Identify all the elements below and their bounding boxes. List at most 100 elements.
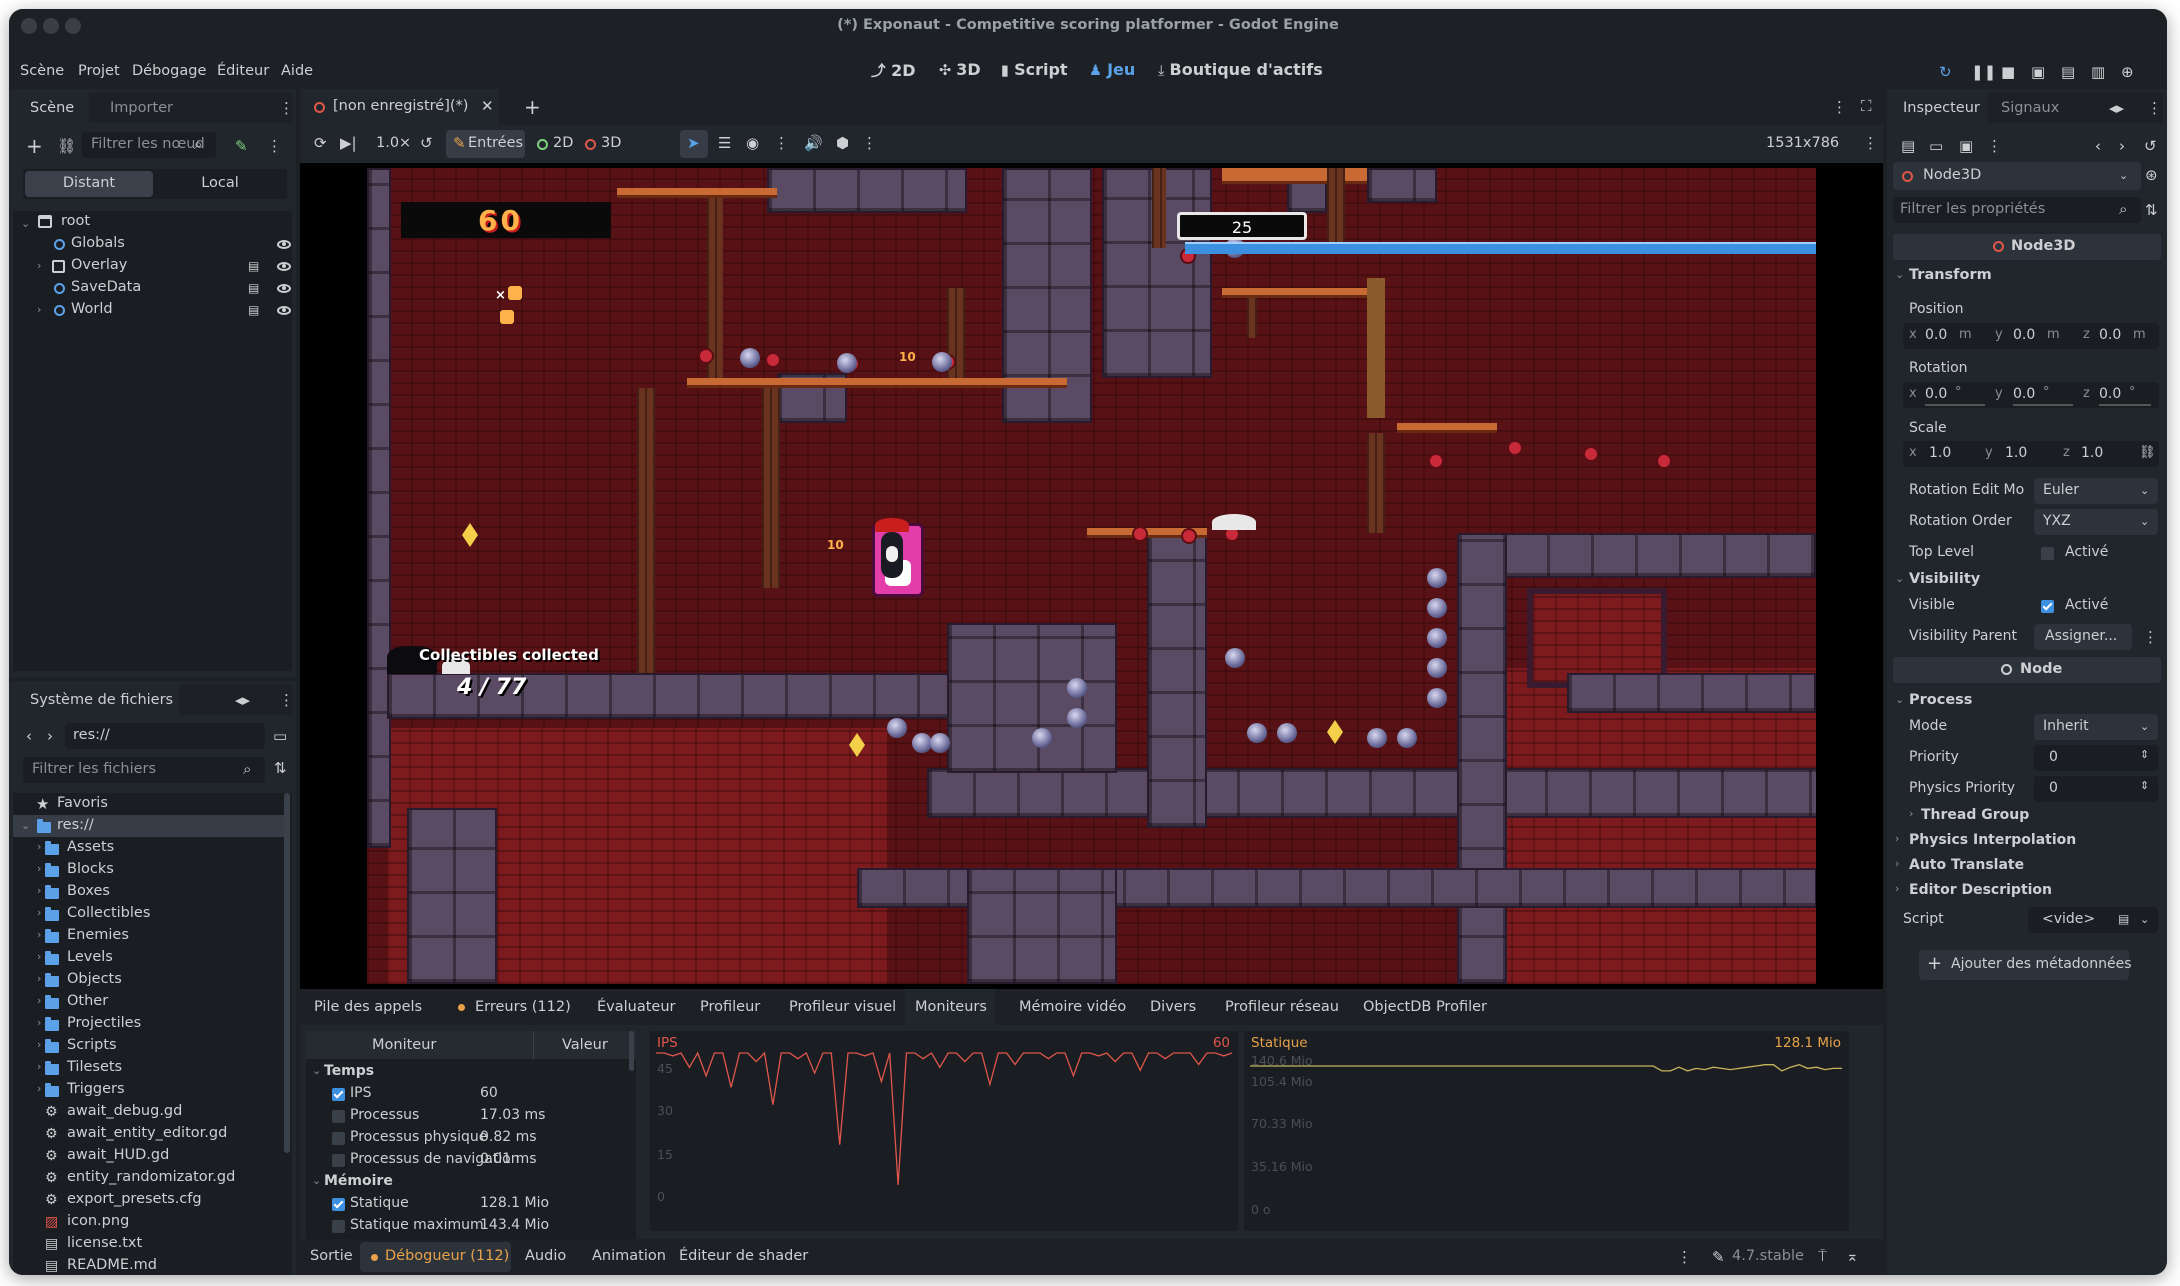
remote-debug-icon[interactable]: ▣ xyxy=(2031,65,2045,80)
options-menu-icon[interactable]: ⋮ xyxy=(774,136,789,151)
fs-file-item[interactable]: ⚙ export_presets.cfg xyxy=(13,1189,292,1211)
workspace-script-button[interactable]: ▮ Script xyxy=(1001,60,1068,79)
fs-filter-input[interactable]: Filtrer les fichiers ⌕ xyxy=(23,757,265,783)
visible-checkbox[interactable]: Activé xyxy=(2034,593,2158,619)
fs-item-res-root[interactable]: ⌄ res:// xyxy=(13,815,284,837)
scene-instance-icon[interactable]: ▤ xyxy=(248,260,259,272)
select-mode-button[interactable]: ➤ xyxy=(680,130,708,158)
position-y[interactable]: 0.0 xyxy=(2013,327,2035,343)
section-physics-interpolation[interactable]: › Physics Interpolation xyxy=(1887,830,2167,852)
fs-folder-item[interactable]: › Collectibles xyxy=(13,903,292,925)
monitor-checkbox[interactable] xyxy=(332,1132,345,1145)
tab-debugger[interactable]: Débogueur (112) xyxy=(360,1242,511,1272)
fs-folder-item[interactable]: › Blocks xyxy=(13,859,292,881)
scene-menu-icon[interactable]: ⋮ xyxy=(267,139,282,154)
monitor-item[interactable]: Processus physique 0.82 ms xyxy=(306,1127,628,1149)
script-load-icon[interactable]: ▤ xyxy=(2118,913,2129,925)
monitor-checkbox[interactable] xyxy=(332,1154,345,1167)
fs-file-item[interactable]: ▤ license.txt xyxy=(13,1233,292,1255)
camera-eye-icon[interactable]: ◉ xyxy=(746,136,759,151)
fs-item-favorites[interactable]: ★ Favoris xyxy=(13,793,292,815)
chevron-right-icon[interactable]: › xyxy=(37,1038,41,1051)
tab-evaluator[interactable]: Évaluateur xyxy=(597,999,676,1015)
history-forward-icon[interactable]: › xyxy=(2119,139,2125,154)
rotation-order-dropdown[interactable]: YXZ ⌄ xyxy=(2034,509,2158,535)
save-icon[interactable]: ▣ xyxy=(1959,139,1973,154)
fs-file-item[interactable]: ⚙ await_HUD.gd xyxy=(13,1145,292,1167)
layout-toggle-icon[interactable]: ◂▸ xyxy=(2109,101,2124,116)
visibility-eye-icon[interactable] xyxy=(277,262,291,271)
fs-folder-item[interactable]: › Projectiles xyxy=(13,1013,292,1035)
tab-call-stack[interactable]: Pile des appels xyxy=(314,999,422,1015)
spin-arrows-icon[interactable]: ⇕ xyxy=(2140,780,2149,791)
close-tab-icon[interactable]: ✕ xyxy=(481,99,494,114)
rotation-z[interactable]: 0.0 xyxy=(2099,386,2121,402)
tab-audio[interactable]: Audio xyxy=(525,1248,566,1264)
forward-icon[interactable]: › xyxy=(47,729,53,744)
scale-field[interactable]: x 1.0 y 1.0 z 1.0 ⛓ xyxy=(1903,441,2159,467)
tab-animation[interactable]: Animation xyxy=(592,1248,666,1264)
workspace-2d-button[interactable]: ⤴ 2D xyxy=(871,60,916,81)
tab-visual-profiler[interactable]: Profileur visuel xyxy=(789,999,896,1015)
visibility-eye-icon[interactable] xyxy=(277,306,291,315)
tree-item-savedata[interactable]: SaveData ▤ xyxy=(13,277,292,299)
tab-import[interactable]: Importer xyxy=(110,100,173,116)
fs-folder-item[interactable]: › Enemies xyxy=(13,925,292,947)
object-properties-icon[interactable]: ⊛ xyxy=(2145,168,2158,183)
tab-profiler[interactable]: Profileur xyxy=(700,999,760,1015)
rotation-z-slider[interactable] xyxy=(2099,404,2151,406)
add-metadata-button[interactable]: + Ajouter des métadonnées xyxy=(1919,950,2132,980)
section-transform[interactable]: ⌄ Transform xyxy=(1887,265,2167,287)
top-level-checkbox[interactable]: Activé xyxy=(2034,540,2158,566)
mode-3d-button[interactable]: 3D xyxy=(582,130,622,158)
game-menu-icon[interactable]: ⋮ xyxy=(1863,136,1878,151)
sort-icon[interactable]: ⇅ xyxy=(274,761,287,776)
monitor-item[interactable]: Processus de navigation 0.01 ms xyxy=(306,1149,628,1171)
monitor-group[interactable]: ⌄ Mémoire xyxy=(306,1171,628,1193)
tab-network-profiler[interactable]: Profileur réseau xyxy=(1225,999,1339,1015)
suspend-icon[interactable]: ⟳ xyxy=(314,136,327,151)
chevron-right-icon[interactable]: › xyxy=(37,259,41,272)
fs-file-item[interactable]: ▨ icon.png xyxy=(13,1211,292,1233)
monitor-group[interactable]: ⌄ Temps xyxy=(306,1061,628,1083)
reload-icon[interactable]: ↻ xyxy=(1939,65,1952,80)
scene-tab[interactable]: [non enregistré](*) ✕ xyxy=(300,89,499,125)
fs-menu-icon[interactable]: ⋮ xyxy=(279,693,294,708)
visibility-eye-icon[interactable] xyxy=(277,284,291,293)
fs-folder-item[interactable]: › Other xyxy=(13,991,292,1013)
play-custom-icon[interactable]: ⊕ xyxy=(2121,65,2134,80)
menu-scene[interactable]: Scène xyxy=(20,63,64,79)
zoom-label[interactable]: 1.0× xyxy=(376,135,411,151)
section-editor-description[interactable]: › Editor Description xyxy=(1887,880,2167,902)
bottom-menu-icon[interactable]: ⋮ xyxy=(1677,1250,1692,1265)
fs-folder-item[interactable]: › Boxes xyxy=(13,881,292,903)
menu-project[interactable]: Projet xyxy=(78,63,120,79)
tab-monitors[interactable]: Moniteurs xyxy=(905,989,995,1025)
spin-arrows-icon[interactable]: ⇕ xyxy=(2140,749,2149,760)
tab-signals[interactable]: Signaux xyxy=(2001,100,2059,116)
monitor-item[interactable]: Statique maximum 143.4 Mio xyxy=(306,1215,628,1237)
monitor-item[interactable]: IPS 60 xyxy=(306,1083,628,1105)
property-sort-icon[interactable]: ⇅ xyxy=(2145,203,2158,218)
add-node-icon[interactable]: + xyxy=(26,136,43,156)
link-icon[interactable]: ⛓ xyxy=(57,139,76,154)
chevron-right-icon[interactable]: › xyxy=(37,303,41,316)
menu-debug[interactable]: Débogage xyxy=(132,63,206,79)
tree-item-root[interactable]: ⌄ root xyxy=(13,211,292,233)
tabs-menu-icon[interactable]: ⋮ xyxy=(1832,100,1847,115)
play-scene-icon[interactable]: ▥ xyxy=(2091,65,2105,80)
tab-inspector[interactable]: Inspecteur xyxy=(1891,93,1988,123)
monitor-checkbox[interactable] xyxy=(332,1110,345,1123)
chevron-right-icon[interactable]: › xyxy=(37,1016,41,1029)
inputs-toggle[interactable]: ✎ Entrées xyxy=(446,130,525,158)
rotation-field[interactable]: x 0.0 ° y 0.0 ° z 0.0 ° xyxy=(1903,382,2159,408)
add-tab-icon[interactable]: + xyxy=(524,97,541,117)
position-z[interactable]: 0.0 xyxy=(2099,327,2121,343)
rotation-y[interactable]: 0.0 xyxy=(2013,386,2035,402)
rotation-x[interactable]: 0.0 xyxy=(1925,386,1947,402)
embed-menu-icon[interactable]: ⋮ xyxy=(862,136,877,151)
scale-y[interactable]: 1.0 xyxy=(2005,445,2027,461)
monitor-checkbox[interactable] xyxy=(332,1220,345,1233)
chevron-right-icon[interactable]: › xyxy=(37,928,41,941)
position-x[interactable]: 0.0 xyxy=(1925,327,1947,343)
